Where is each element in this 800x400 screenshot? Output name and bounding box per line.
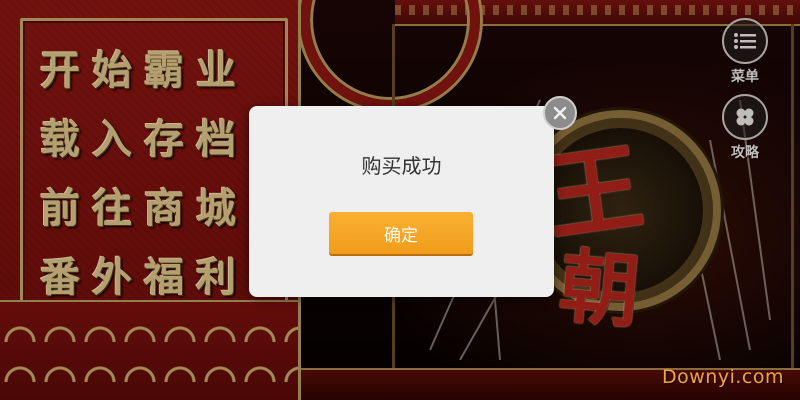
- purchase-success-dialog: 购买成功 确定: [249, 106, 554, 297]
- watermark: Downyi.com: [662, 366, 784, 388]
- game-screen: 王 朝 开始霸业 载入存档 前往商城 番外福利 菜单 攻略 购买成功 确定 Do…: [0, 0, 800, 400]
- dialog-close-button[interactable]: [543, 96, 577, 130]
- dialog-message: 购买成功: [361, 154, 442, 178]
- confirm-button[interactable]: 确定: [329, 212, 473, 254]
- close-icon: [553, 106, 567, 120]
